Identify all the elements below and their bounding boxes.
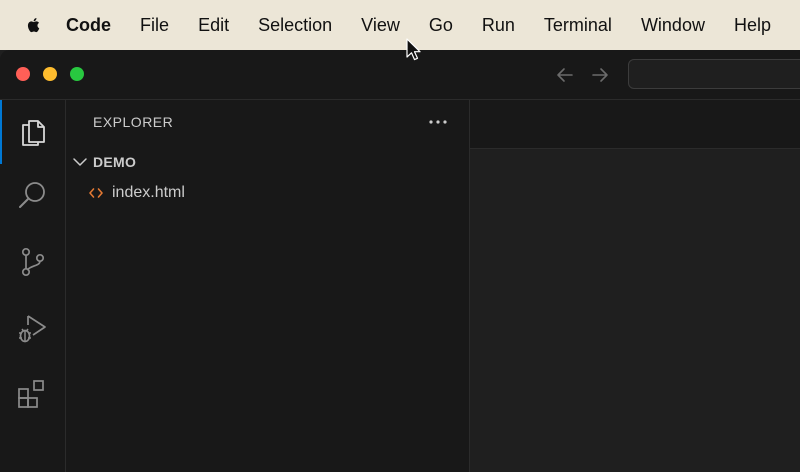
explorer-icon <box>22 120 45 146</box>
arrow-left-icon[interactable] <box>555 65 575 85</box>
menu-edit[interactable]: Edit <box>198 15 229 36</box>
folder-name: DEMO <box>93 154 137 170</box>
editor-tab-bar <box>470 100 800 149</box>
activity-run-debug[interactable] <box>0 296 64 360</box>
menu-selection[interactable]: Selection <box>258 15 332 36</box>
arrow-right-icon[interactable] <box>590 65 610 85</box>
activity-source-control[interactable] <box>0 230 64 294</box>
menu-terminal[interactable]: Terminal <box>544 15 612 36</box>
menu-go[interactable]: Go <box>429 15 453 36</box>
minimize-window-button[interactable] <box>43 67 57 81</box>
file-name: index.html <box>112 184 185 201</box>
activity-bar <box>0 100 66 472</box>
search-icon <box>19 182 45 208</box>
apple-logo-icon[interactable] <box>26 13 40 37</box>
zoom-window-button[interactable] <box>70 67 84 81</box>
chevron-down-icon <box>73 158 87 166</box>
close-window-button[interactable] <box>16 67 30 81</box>
extensions-icon <box>18 380 44 408</box>
html-file-icon <box>89 188 103 198</box>
more-actions-button[interactable] <box>426 112 450 132</box>
sidebar-title: EXPLORER <box>93 114 174 130</box>
menu-help[interactable]: Help <box>734 15 771 36</box>
source-control-icon <box>21 247 45 277</box>
explorer-sidebar: EXPLORER DEMO index.html <box>66 100 470 472</box>
menu-run[interactable]: Run <box>482 15 515 36</box>
title-bar <box>0 50 800 100</box>
activity-search[interactable] <box>0 164 64 228</box>
macos-menu-bar: Code File Edit Selection View Go Run Ter… <box>0 0 800 50</box>
command-center-search[interactable] <box>628 59 800 89</box>
run-debug-icon <box>19 315 46 343</box>
menu-window[interactable]: Window <box>641 15 705 36</box>
ellipsis-icon <box>429 120 447 124</box>
menu-app-name[interactable]: Code <box>66 15 111 36</box>
vscode-window: EXPLORER DEMO index.html <box>0 50 800 472</box>
activity-extensions[interactable] <box>0 362 64 426</box>
file-row-index-html[interactable]: index.html <box>66 180 469 206</box>
menu-file[interactable]: File <box>140 15 169 36</box>
mouse-cursor-icon <box>406 38 421 61</box>
editor-area[interactable] <box>470 100 800 472</box>
activity-explorer[interactable] <box>0 100 64 164</box>
folder-row-demo[interactable]: DEMO <box>66 150 469 174</box>
menu-view[interactable]: View <box>361 15 400 36</box>
